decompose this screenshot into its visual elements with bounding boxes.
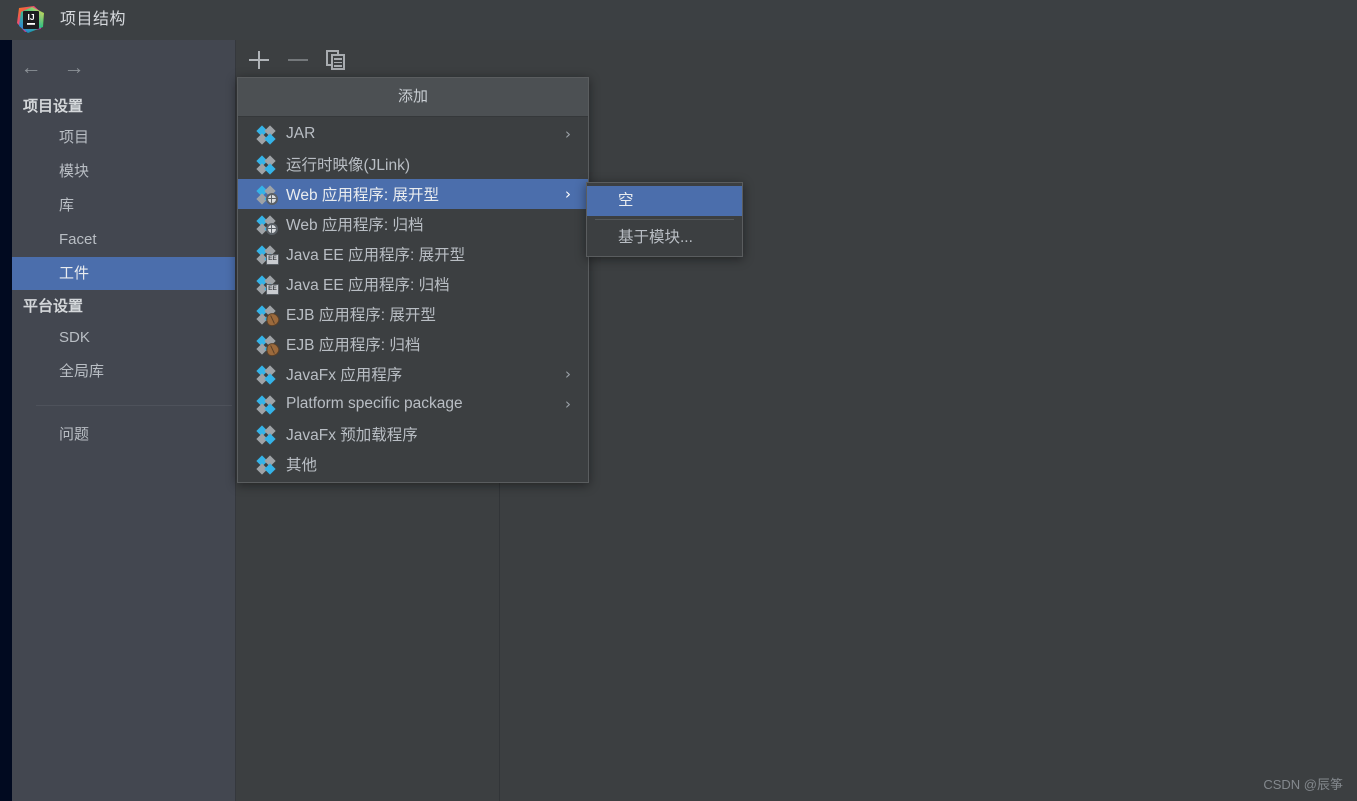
intellij-idea-logo-icon: IJ (17, 6, 44, 33)
menu-item-other[interactable]: 其他 (238, 449, 588, 479)
menu-item-label: Web 应用程序: 展开型 (286, 187, 440, 204)
artifact-icon (256, 425, 276, 445)
window-title: 项目结构 (60, 11, 127, 28)
artifact-icon (256, 455, 276, 475)
artifacts-toolbar (237, 40, 499, 78)
artifact-ejb-icon (256, 305, 282, 328)
window-edge-strip (0, 40, 12, 801)
submenu-item-from-module[interactable]: 基于模块... (587, 223, 742, 253)
copy-artifact-button[interactable] (323, 47, 349, 73)
settings-sidebar: ← → 项目设置 项目 模块 库 Facet 工件 平台设置 SDK 全局库 问… (12, 40, 236, 801)
menu-item-ejb-application-exploded[interactable]: EJB 应用程序: 展开型 (238, 299, 588, 329)
menu-item-label: 其他 (286, 457, 318, 474)
menu-item-label: Web 应用程序: 归档 (286, 217, 424, 234)
add-artifact-menu: 添加 JAR › 运行时映像(JLink) Web 应用程序: 展开型 › We… (237, 77, 589, 483)
sidebar-divider (36, 405, 232, 406)
forward-arrow-icon[interactable]: → (60, 56, 88, 80)
svg-text:IJ: IJ (27, 12, 34, 22)
sidebar-right-border (235, 40, 236, 801)
sidebar-item-global-libraries[interactable]: 全局库 (12, 355, 236, 388)
menu-item-javafx-application[interactable]: JavaFx 应用程序 › (238, 359, 588, 389)
menu-item-label: JavaFx 应用程序 (286, 367, 403, 384)
sidebar-item-modules[interactable]: 模块 (12, 155, 236, 188)
menu-item-label: Platform specific package (286, 395, 463, 412)
sidebar-group-project-settings: 项目设置 (23, 98, 84, 115)
menu-item-label: EJB 应用程序: 展开型 (286, 307, 436, 324)
web-application-submenu: 空 基于模块... (586, 182, 743, 257)
menu-item-label: JAR (286, 125, 316, 142)
sidebar-item-artifacts[interactable]: 工件 (12, 257, 236, 290)
back-arrow-icon[interactable]: ← (17, 56, 45, 80)
menu-item-platform-specific-package[interactable]: Platform specific package › (238, 389, 588, 419)
chevron-right-icon: › (565, 185, 571, 203)
menu-item-label: JavaFx 预加载程序 (286, 427, 418, 444)
artifact-ejb-icon (256, 335, 282, 358)
menu-item-jar[interactable]: JAR › (238, 119, 588, 149)
artifact-icon (256, 155, 276, 175)
menu-item-java-ee-application-archive[interactable]: EE Java EE 应用程序: 归档 (238, 269, 588, 299)
sidebar-item-sdks[interactable]: SDK (12, 321, 236, 354)
artifact-icon (256, 365, 276, 385)
sidebar-group-platform-settings: 平台设置 (23, 298, 84, 315)
sidebar-item-project[interactable]: 项目 (12, 121, 236, 154)
copy-icon-line (334, 58, 342, 60)
submenu-separator (595, 219, 734, 220)
menu-item-label: Java EE 应用程序: 归档 (286, 277, 450, 294)
sidebar-item-facets[interactable]: Facet (12, 223, 236, 256)
menu-item-label: EJB 应用程序: 归档 (286, 337, 421, 354)
chevron-right-icon: › (565, 365, 571, 383)
artifact-ee-icon: EE (256, 245, 279, 265)
sidebar-item-libraries[interactable]: 库 (12, 189, 236, 222)
sidebar-navigation: ← → (12, 48, 236, 88)
menu-item-runtime-image-jlink[interactable]: 运行时映像(JLink) (238, 149, 588, 179)
menu-item-web-application-archive[interactable]: Web 应用程序: 归档 (238, 209, 588, 239)
menu-item-java-ee-application-exploded[interactable]: EE Java EE 应用程序: 展开型 (238, 239, 588, 269)
menu-item-ejb-application-archive[interactable]: EJB 应用程序: 归档 (238, 329, 588, 359)
artifact-icon (256, 125, 276, 145)
artifact-icon (256, 395, 276, 415)
project-structure-window: IJ 项目结构 ← → 项目设置 项目 模块 库 Facet 工件 平台设置 S… (0, 0, 1357, 801)
title-bar: IJ 项目结构 (0, 0, 1357, 40)
menu-header: 添加 (238, 78, 588, 117)
chevron-right-icon: › (565, 125, 571, 143)
copy-icon-line (334, 65, 342, 67)
remove-artifact-button[interactable] (285, 47, 311, 73)
artifact-ee-icon: EE (256, 275, 279, 295)
sidebar-item-problems[interactable]: 问题 (12, 418, 236, 451)
submenu-item-empty[interactable]: 空 (587, 186, 742, 216)
menu-item-label: Java EE 应用程序: 展开型 (286, 247, 466, 264)
menu-item-list: JAR › 运行时映像(JLink) Web 应用程序: 展开型 › Web 应… (238, 117, 588, 482)
add-artifact-button[interactable] (246, 47, 272, 73)
menu-item-web-application-exploded[interactable]: Web 应用程序: 展开型 › (238, 179, 588, 209)
menu-item-javafx-preloader[interactable]: JavaFx 预加载程序 (238, 419, 588, 449)
watermark: CSDN @辰筝 (1263, 777, 1343, 792)
chevron-right-icon: › (565, 395, 571, 413)
artifact-web-icon (256, 185, 278, 205)
menu-item-label: 运行时映像(JLink) (286, 157, 411, 174)
artifact-web-icon (256, 215, 278, 235)
copy-icon-line (334, 61, 342, 64)
